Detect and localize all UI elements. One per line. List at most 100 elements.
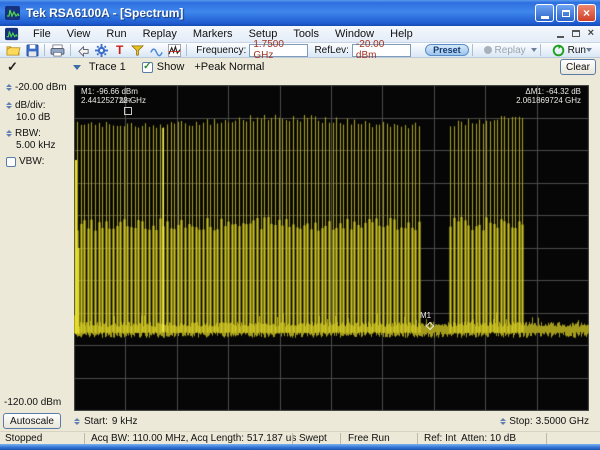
close-button[interactable]: × xyxy=(577,4,596,22)
reflev-input[interactable]: -20.00 dBm xyxy=(351,39,412,61)
amplitude-icon[interactable] xyxy=(131,44,145,57)
rbw-value-row: 5.00 kHz xyxy=(16,140,55,151)
menu-view[interactable]: View xyxy=(59,27,99,41)
run-label: Run xyxy=(567,44,586,56)
frequency-label: Frequency: xyxy=(196,44,247,56)
trace-enabled-check-icon[interactable]: ✓ xyxy=(7,59,18,75)
stop-spinner-icon[interactable] xyxy=(500,417,507,425)
start-value[interactable]: 9 kHz xyxy=(112,416,138,427)
marker1-amplitude: M1: -96.66 dBm xyxy=(81,87,138,96)
trigger-icon[interactable]: T xyxy=(113,43,127,57)
rbw-value: 5.00 kHz xyxy=(16,140,56,151)
toolbar-separator xyxy=(471,44,473,56)
run-button[interactable]: Run xyxy=(552,43,586,57)
trigger-mode: Free Run xyxy=(348,433,390,444)
menu-markers[interactable]: Markers xyxy=(185,27,241,41)
preset-button[interactable]: Preset xyxy=(425,44,469,56)
analysis-trace-icon[interactable] xyxy=(167,43,181,57)
status-separator xyxy=(340,433,341,444)
start-label: Start: xyxy=(84,415,108,427)
marker-ref-label: MR xyxy=(120,98,131,105)
marker1-readout: M1: -96.66 dBm 2.441252722 GHz xyxy=(81,87,146,105)
vbw-control[interactable]: VBW: xyxy=(6,156,44,167)
marker1-frequency: 2.441252722 GHz xyxy=(81,96,146,105)
restore-icon xyxy=(561,9,570,17)
db-div-label: dB/div: xyxy=(15,100,46,111)
bottom-level-row: -120.00 dBm xyxy=(4,397,61,408)
frequency-input[interactable]: 1.7500 GHz xyxy=(249,39,309,61)
settings-gear-icon[interactable] xyxy=(94,43,108,57)
vbw-label: VBW: xyxy=(19,156,45,167)
window-title: Tek RSA6100A - [Spectrum] xyxy=(26,6,184,20)
open-folder-icon[interactable] xyxy=(6,44,21,57)
trace-name[interactable]: Trace 1 xyxy=(89,61,126,73)
trace-settings-bar: ✓ Trace 1 ✓ Show +Peak Normal Clear xyxy=(0,58,600,76)
print-icon[interactable] xyxy=(50,44,65,57)
minimize-icon xyxy=(540,15,549,19)
db-div-control[interactable]: dB/div: xyxy=(6,100,46,111)
rbw-spinner-icon[interactable] xyxy=(6,130,12,137)
spectrum-canvas xyxy=(74,85,589,411)
acquire-wave-icon[interactable] xyxy=(149,44,163,57)
close-icon: × xyxy=(582,6,590,20)
replay-dropdown-icon[interactable] xyxy=(530,48,537,52)
delta-marker-readout: ΔM1: -64.32 dB 2.061869724 GHz xyxy=(516,87,581,105)
rbw-control[interactable]: RBW: xyxy=(6,128,41,139)
minimize-button[interactable] xyxy=(535,4,554,22)
menu-run[interactable]: Run xyxy=(98,27,134,41)
stop-value[interactable]: 3.5000 GHz xyxy=(536,416,589,427)
app-icon xyxy=(5,6,20,20)
marker-ref-icon[interactable] xyxy=(124,107,132,115)
autoscale-button[interactable]: Autoscale xyxy=(3,413,61,429)
mdi-minimize-icon[interactable] xyxy=(556,36,564,38)
acquisition-info: Acq BW: 110.00 MHz, Acq Length: 517.187 … xyxy=(91,433,297,444)
show-checkbox[interactable]: ✓ xyxy=(141,61,153,73)
run-icon xyxy=(552,43,564,56)
rbw-label: RBW: xyxy=(15,128,41,139)
status-separator xyxy=(417,433,418,444)
export-icon[interactable] xyxy=(76,44,90,57)
toolbar: T Frequency: 1.7500 GHz RefLev: -20.00 d… xyxy=(0,39,600,61)
clear-button[interactable]: Clear xyxy=(560,59,596,75)
toolbar-separator xyxy=(70,44,72,56)
application-window: Tek RSA6100A - [Spectrum] × File View Ru… xyxy=(0,0,600,450)
replay-label: Replay xyxy=(494,44,526,56)
reference-source: Ref: Int xyxy=(424,433,457,444)
replay-icon xyxy=(483,46,492,54)
db-div-value: 10.0 dB xyxy=(16,112,51,123)
db-div-spinner-icon[interactable] xyxy=(6,102,12,109)
run-dropdown-icon[interactable] xyxy=(586,48,592,52)
start-spinner-icon[interactable] xyxy=(74,417,80,425)
show-label: Show xyxy=(156,61,185,73)
menu-replay[interactable]: Replay xyxy=(135,27,185,41)
titlebar[interactable]: Tek RSA6100A - [Spectrum] × xyxy=(0,0,600,26)
delta-amplitude: ΔM1: -64.32 dB xyxy=(525,87,581,96)
vbw-checkbox[interactable] xyxy=(6,156,16,167)
detection-mode-label[interactable]: +Peak Normal xyxy=(194,61,264,73)
bottom-level-value: -120.00 dBm xyxy=(4,397,62,408)
mdi-close-icon[interactable]: × xyxy=(588,28,594,39)
ref-level-spinner-icon[interactable] xyxy=(6,84,12,91)
toolbar-separator xyxy=(44,44,46,56)
toolbar-separator xyxy=(186,44,188,56)
acquisition-state: Stopped xyxy=(5,433,43,444)
statusbar: Stopped Acq BW: 110.00 MHz, Acq Length: … xyxy=(0,431,600,444)
stop-label: Stop: xyxy=(509,415,533,427)
status-separator xyxy=(84,433,85,444)
menu-file[interactable]: File xyxy=(25,27,59,41)
ref-level-control[interactable]: -20.00 dBm xyxy=(6,82,67,93)
status-separator xyxy=(546,433,547,444)
restore-button[interactable] xyxy=(556,4,575,22)
toolbar-separator xyxy=(539,44,541,56)
save-icon[interactable] xyxy=(25,44,39,57)
marker1-label: M1 xyxy=(420,311,432,320)
mdi-restore-icon[interactable] xyxy=(571,30,580,37)
reflev-label: RefLev: xyxy=(314,44,349,56)
db-div-value-row: 10.0 dB xyxy=(16,112,50,123)
frequency-range-row: Start: 9 kHz Stop: 3.5000 GHz xyxy=(74,413,589,429)
window-bottom-border xyxy=(0,444,600,450)
trace-select-dropdown-icon[interactable] xyxy=(72,64,81,70)
spectrum-graph[interactable]: M1: -96.66 dBm 2.441252722 GHz ΔM1: -64.… xyxy=(74,85,589,411)
replay-button[interactable]: Replay xyxy=(483,44,537,56)
attenuation: Atten: 10 dB xyxy=(461,433,517,444)
